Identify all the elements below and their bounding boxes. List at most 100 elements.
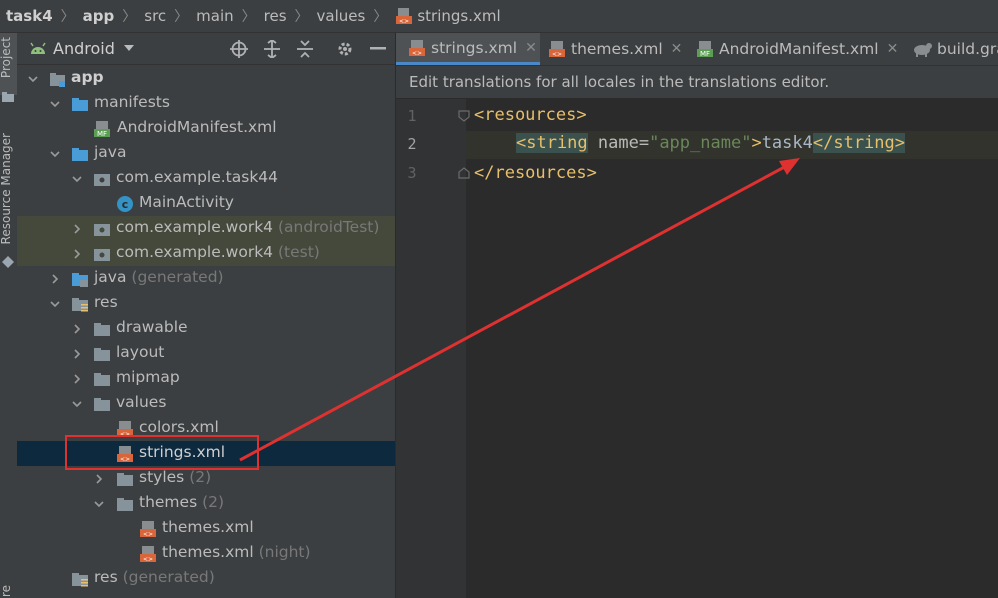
package-icon <box>94 174 110 186</box>
bottom-tool-label[interactable]: re <box>0 585 13 597</box>
tree-item-text: com.example.work4 (androidTest) <box>116 218 379 236</box>
tab-themes-xml[interactable]: <> themes.xml ✕ <box>548 33 682 65</box>
chevron-down-icon[interactable] <box>49 298 61 310</box>
chevron-right-icon[interactable] <box>71 248 83 260</box>
tree-item-themes[interactable]: themes (2) <box>17 491 395 516</box>
tab-label: build.gra <box>937 40 998 58</box>
chevron-down-icon[interactable] <box>71 398 83 410</box>
generated-folder-icon <box>72 273 88 287</box>
tree-item-text: com.example.work4 (test) <box>116 243 320 261</box>
chevron-right-icon[interactable] <box>71 323 83 335</box>
svg-text:<>: <> <box>412 50 422 57</box>
project-panel: Android app manifests MF AndroidManifest… <box>17 33 396 598</box>
xml-file-icon: <> <box>396 8 413 25</box>
hide-panel-button[interactable] <box>368 39 388 59</box>
locate-file-button[interactable] <box>229 39 249 59</box>
tree-item-java[interactable]: java <box>17 141 395 166</box>
tab-strings-xml[interactable]: <> strings.xml ✕ <box>396 33 540 65</box>
tree-item-colors-xml[interactable]: <> colors.xml <box>17 416 395 441</box>
folder-icon <box>94 373 110 386</box>
tree-item-package[interactable]: com.example.task44 <box>17 166 395 191</box>
crosshair-icon <box>230 40 248 58</box>
chevron-down-icon[interactable] <box>71 173 83 185</box>
tree-item-androidmanifest[interactable]: MF AndroidManifest.xml <box>17 116 395 141</box>
code-resources-open: <resources> <box>474 105 587 125</box>
chevron-right-icon[interactable] <box>71 223 83 235</box>
breadcrumb-res[interactable]: res <box>264 7 287 25</box>
breadcrumb-values[interactable]: values <box>317 7 366 25</box>
folder-icon <box>94 398 110 411</box>
xml-file-icon: <> <box>140 521 156 538</box>
settings-button[interactable] <box>335 39 355 59</box>
tree-item-label: java <box>94 143 127 161</box>
tree-item-label: themes.xml <box>162 518 254 536</box>
code-attr-name: name= <box>587 133 650 153</box>
breadcrumb-project[interactable]: task4 <box>6 7 53 25</box>
code-text-value: task4 <box>761 133 813 153</box>
tab-label: themes.xml <box>571 40 663 58</box>
tree-item-manifests[interactable]: manifests <box>17 91 395 116</box>
tab-label: AndroidManifest.xml <box>719 40 879 58</box>
expand-all-icon <box>264 40 280 58</box>
tree-item-package-test[interactable]: com.example.work4 (test) <box>17 241 395 266</box>
code-line-2: <string name= "app_name" > task4 </string> <box>516 133 905 153</box>
tree-item-res[interactable]: res <box>17 291 395 316</box>
tree-item-label: MainActivity <box>139 193 234 211</box>
tree-item-layout[interactable]: layout <box>17 341 395 366</box>
tree-item-label: strings.xml <box>139 443 226 461</box>
breadcrumb-file[interactable]: <> strings.xml <box>395 7 501 25</box>
resource-manager-tool-label[interactable]: Resource Manager <box>0 133 13 244</box>
tree-item-java-generated[interactable]: java (generated) <box>17 266 395 291</box>
tree-item-suffix: (generated) <box>131 268 224 286</box>
resource-folder-icon <box>72 573 88 587</box>
tree-item-res-generated[interactable]: res (generated) <box>17 566 395 591</box>
tree-item-mipmap[interactable]: mipmap <box>17 366 395 391</box>
translations-notification-bar: Edit translations for all locales in the… <box>396 66 998 98</box>
svg-text:<>: <> <box>143 556 153 563</box>
resource-folder-icon <box>72 298 88 312</box>
project-tool-button[interactable]: Project <box>0 33 17 95</box>
collapse-all-button[interactable] <box>295 39 315 59</box>
breadcrumb-module[interactable]: app <box>83 7 115 25</box>
editor-area: <> strings.xml ✕ <> themes.xml ✕ MF Andr… <box>396 33 998 598</box>
tree-item-label: res <box>94 293 118 311</box>
chevron-down-icon[interactable] <box>49 148 61 160</box>
breadcrumb-separator: 〉 <box>122 9 137 25</box>
chevron-right-icon[interactable] <box>93 473 105 485</box>
chevron-right-icon[interactable] <box>71 373 83 385</box>
chevron-down-icon[interactable] <box>93 498 105 510</box>
svg-text:c: c <box>122 198 129 211</box>
tree-item-styles[interactable]: styles (2) <box>17 466 395 491</box>
close-icon[interactable]: ✕ <box>671 41 683 57</box>
tab-androidmanifest-xml[interactable]: MF AndroidManifest.xml ✕ <box>696 33 898 65</box>
svg-text:<>: <> <box>399 18 409 25</box>
tree-item-package-androidtest[interactable]: com.example.work4 (androidTest) <box>17 216 395 241</box>
module-folder-icon <box>50 73 65 87</box>
expand-all-button[interactable] <box>262 39 282 59</box>
close-icon[interactable]: ✕ <box>525 40 537 56</box>
breadcrumb-main[interactable]: main <box>196 7 233 25</box>
folder-icon <box>117 473 133 486</box>
chevron-right-icon[interactable] <box>71 348 83 360</box>
tree-item-strings-xml[interactable]: <> strings.xml <box>17 441 395 466</box>
code-editor[interactable]: <resources> <string name= "app_name" > task… <box>466 99 998 598</box>
tab-build-gradle[interactable]: build.gra <box>912 33 998 65</box>
tree-item-drawable[interactable]: drawable <box>17 316 395 341</box>
close-icon[interactable]: ✕ <box>887 41 899 57</box>
chevron-down-icon[interactable] <box>123 42 135 54</box>
tree-item-themes-xml[interactable]: <> themes.xml <box>17 516 395 541</box>
folder-icon <box>94 348 110 361</box>
tree-item-values[interactable]: values <box>17 391 395 416</box>
xml-file-icon: <> <box>140 546 156 563</box>
breadcrumb-src[interactable]: src <box>144 7 166 25</box>
chevron-down-icon[interactable] <box>49 98 61 110</box>
chevron-right-icon[interactable] <box>49 273 61 285</box>
xml-file-icon: <> <box>117 446 133 463</box>
android-icon <box>30 42 46 54</box>
tree-item-app[interactable]: app <box>17 66 395 91</box>
chevron-down-icon[interactable] <box>27 73 39 85</box>
tree-item-themes-night-xml[interactable]: <> themes.xml (night) <box>17 541 395 566</box>
tree-item-suffix: (2) <box>202 493 225 511</box>
project-view-selector[interactable]: Android <box>53 39 115 58</box>
tree-item-mainactivity[interactable]: c MainActivity <box>17 191 395 216</box>
